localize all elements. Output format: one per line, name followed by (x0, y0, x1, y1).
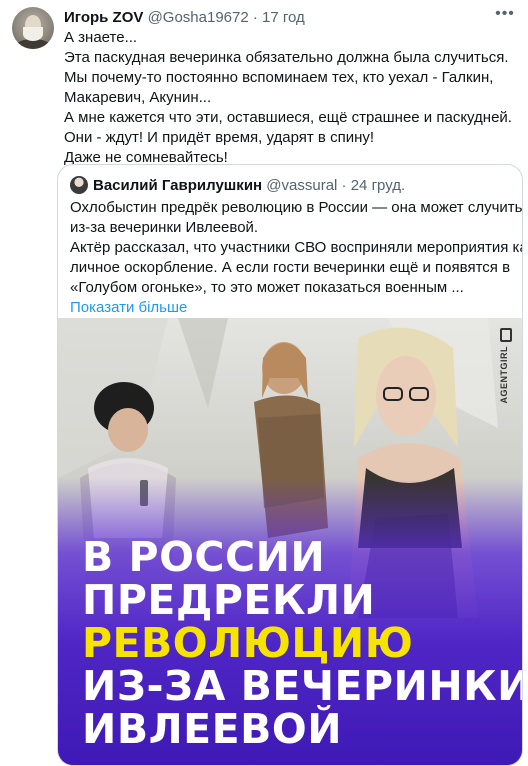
tweet-line: Они - ждут! И придёт время, ударят в спи… (64, 129, 375, 146)
quoted-author-name: Василий Гаврилушкин (93, 177, 263, 194)
tweet-line: Макаревич, Акунин... (64, 89, 212, 106)
tweet-body: А знаете... Эта паскудная вечеринка обяз… (64, 28, 514, 168)
quoted-avatar (70, 176, 88, 194)
quoted-line: «Голубом огоньке», то это может показать… (70, 279, 464, 296)
watermark-text: AGENTGIRL (499, 346, 509, 404)
headline-line: ИВЛЕЕВОЙ (82, 705, 343, 753)
tweet-time[interactable]: 17 год (262, 9, 305, 26)
tweet-line: А мне кажется что эти, оставшиеся, ещё с… (64, 109, 512, 126)
headline-line: РЕВОЛЮЦИЮ (82, 619, 414, 667)
agentgirl-watermark: AGENTGIRL (498, 328, 514, 404)
quoted-line: личное оскорбление. А если гости вечерин… (70, 259, 511, 276)
quoted-tweet[interactable]: Василий Гаврилушкин @vassural · 24 груд.… (57, 164, 523, 766)
quoted-line: Актёр рассказал, что участники СВО воспр… (70, 239, 523, 256)
tweet-line: Мы почему-то постоянно вспоминаем тех, к… (64, 69, 494, 86)
tweet-line: А знаете... (64, 29, 138, 46)
author-avatar[interactable] (12, 7, 54, 49)
headline-line: ИЗ-ЗА ВЕЧЕРИНКИ (82, 662, 522, 710)
quoted-body: Охлобыстин предрёк революцию в России — … (70, 198, 523, 318)
quoted-line: Охлобыстин предрёк революцию в России — … (70, 199, 523, 216)
quoted-time: 24 груд. (350, 177, 406, 194)
author-handle[interactable]: @Gosha19672 (148, 9, 249, 26)
quoted-separator: · (341, 177, 347, 194)
headline-line: В РОССИИ (82, 533, 326, 581)
quoted-line: из-за вечеринки Ивлеевой. (70, 219, 259, 236)
watermark-logo-icon (500, 328, 512, 342)
show-more-link[interactable]: Показати більше (70, 298, 512, 318)
author-name[interactable]: Игорь ZOV (64, 9, 143, 26)
quoted-media-image[interactable]: AGENTGIRL В РОССИИ ПРЕДРЕКЛИ РЕВОЛЮЦИЮ И… (58, 318, 522, 765)
quoted-handle: @vassural (266, 177, 338, 194)
quoted-header: Василий Гаврилушкин @vassural · 24 груд. (70, 176, 405, 195)
tweet-header: Игорь ZOV @Gosha19672 · 17 год (64, 9, 488, 27)
image-headline: В РОССИИ ПРЕДРЕКЛИ РЕВОЛЮЦИЮ ИЗ-ЗА ВЕЧЕР… (82, 533, 522, 753)
header-separator: · (252, 9, 258, 26)
tweet-line: Эта паскудная вечеринка обязательно долж… (64, 49, 509, 66)
headline-line: ПРЕДРЕКЛИ (82, 576, 376, 624)
more-horizontal-icon[interactable]: ••• (494, 6, 516, 22)
